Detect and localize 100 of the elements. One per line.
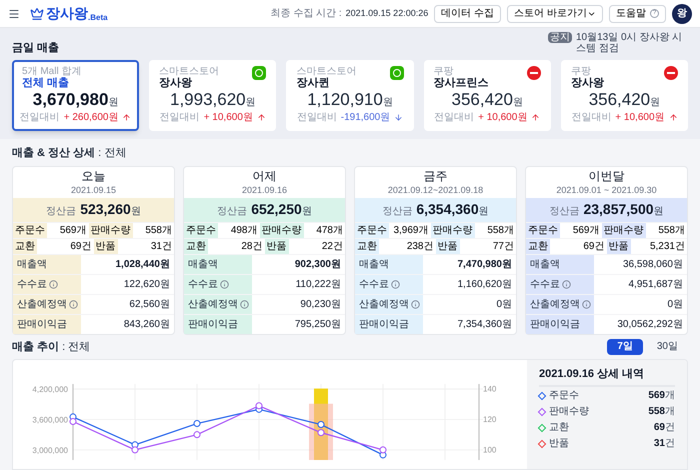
sales-amount: 1,120,910 xyxy=(307,90,383,110)
range-tab[interactable]: 30일 xyxy=(646,338,688,355)
point xyxy=(70,418,76,425)
store-type: 5개 Mall 합계 xyxy=(22,66,82,77)
stat-value: 22건 xyxy=(320,240,344,254)
legend-unit: 건 xyxy=(665,437,675,451)
store-name: 장사퀸 xyxy=(296,77,330,90)
sales-card[interactable]: 스마트스토어 장사퀸 1,120,910원 전일대비 -191,600원 xyxy=(286,60,414,131)
row-value: 1,160,620원 xyxy=(456,278,513,292)
row-label: 산출예정액 xyxy=(355,294,423,314)
stat-value: 69건 xyxy=(582,240,606,254)
stat-value: 31건 xyxy=(150,240,173,254)
sales-card[interactable]: 쿠팡 장사프린스 356,420원 전일대비 + 10,600원 xyxy=(424,60,551,131)
settlement-label: 정산금 xyxy=(217,204,248,218)
period-date: 2021.09.01 ~ 2021.09.30 xyxy=(556,184,657,196)
point xyxy=(194,431,200,438)
row-label: 산출예정액 xyxy=(184,294,252,314)
stat-value: 3,969개 xyxy=(392,224,430,238)
logo-text[interactable]: 장사왕 xyxy=(46,3,88,24)
row-label: 수수료 xyxy=(526,274,594,294)
row-value: 122,620원 xyxy=(122,278,171,292)
axis-tick-label: 140 xyxy=(483,384,496,394)
stat-value: 569개 xyxy=(58,224,88,238)
legend-label: 주문수 xyxy=(549,389,580,403)
beta-label: .Beta xyxy=(88,12,108,24)
row-value: 36,598,060원 xyxy=(622,258,684,272)
store-type: 쿠팡 xyxy=(434,66,455,77)
collect-data-button[interactable]: 데이터 수집 xyxy=(434,4,501,22)
stat-label: 주문수 xyxy=(184,222,218,238)
collection-time-label: 최종 수집 시간 : xyxy=(270,7,342,21)
period-title: 이번달 xyxy=(588,168,624,184)
notice-badge: 공지 xyxy=(548,32,572,43)
stat-value: 28건 xyxy=(240,240,264,254)
legend-value: 31 xyxy=(654,437,665,451)
stat-label: 주문수 xyxy=(355,222,389,238)
period-date: 2021.09.16 xyxy=(242,184,288,196)
legend-unit: 개 xyxy=(665,405,675,419)
settlement-amount: 523,260 xyxy=(80,200,131,216)
sales-card[interactable]: 5개 Mall 합계 전체 매출 3,670,980원 전일대비 + 260,600원 xyxy=(12,60,140,131)
notice-text[interactable]: 10월13일 0시 장사왕 시스템 점검 xyxy=(576,32,688,54)
row-value: 4,951,687원 xyxy=(628,278,684,292)
row-label: 산출예정액 xyxy=(526,294,594,314)
store-name: 장사왕 xyxy=(159,77,194,90)
row-label: 매출액 xyxy=(355,254,423,274)
stat-label: 교환 xyxy=(184,238,208,254)
store-type: 스마트스토어 xyxy=(296,66,356,77)
stat-label: 판매수량 xyxy=(88,222,132,238)
row-label: 매출액 xyxy=(526,254,594,274)
avatar[interactable]: 왕 xyxy=(672,4,692,24)
axis-tick-label: 3,000,000 xyxy=(32,446,68,455)
compare-label: 전일대비 xyxy=(296,111,337,125)
stat-label: 판매수량 xyxy=(430,222,474,238)
stat-label: 판매수량 xyxy=(602,222,646,238)
stat-value: 5,231건 xyxy=(648,240,686,254)
collection-time: 2021.09.15 22:00:26 xyxy=(346,6,428,20)
stat-label: 판매수량 xyxy=(260,222,304,238)
sales-card[interactable]: 쿠팡 장사왕 356,420원 전일대비 + 10,600원 xyxy=(560,60,688,131)
row-label: 매출액 xyxy=(184,254,252,274)
legend-value: 558 xyxy=(648,405,665,419)
row-value: 30,0562,292원 xyxy=(616,318,684,332)
stat-value: 238건 xyxy=(406,240,434,254)
change-amount: + 260,600원 xyxy=(64,111,118,125)
store-select[interactable]: 스토어 바로가기 xyxy=(507,4,603,22)
change-amount: -191,600원 xyxy=(340,111,390,125)
legend-value: 569 xyxy=(648,389,665,403)
currency-unit: 원 xyxy=(302,204,312,218)
range-tab[interactable]: 7일 xyxy=(607,338,643,355)
axis-tick-label: 3,600,000 xyxy=(32,415,68,424)
row-value: 902,300원 xyxy=(294,258,342,272)
row-value: 1,028,440원 xyxy=(114,258,171,272)
legend-unit: 건 xyxy=(665,421,675,435)
compare-label: 전일대비 xyxy=(160,111,200,125)
row-value: 843,260원 xyxy=(122,318,171,332)
point xyxy=(318,421,324,428)
stat-label: 주문수 xyxy=(13,222,47,238)
detail-title: 2021.09.16 상세 내역 xyxy=(539,366,675,386)
settlement-amount: 6,354,360 xyxy=(416,200,479,216)
section-title: 금일 매출 xyxy=(12,40,60,56)
currency-unit: 원 xyxy=(246,96,256,110)
legend-label: 반품 xyxy=(549,437,570,451)
settlement-label: 정산금 xyxy=(382,204,412,218)
row-label: 판매이익금 xyxy=(13,314,81,334)
stat-value: 569개 xyxy=(572,224,600,238)
compare-label: 전일대비 xyxy=(20,111,60,125)
point xyxy=(194,420,200,428)
store-type: 스마트스토어 xyxy=(159,66,220,77)
currency-unit: 원 xyxy=(478,204,489,218)
currency-unit: 원 xyxy=(130,204,141,218)
stat-label: 교환 xyxy=(355,238,379,254)
period-title: 금주 xyxy=(424,168,448,184)
section-title: 매출 & 정산 상세 : 전체 xyxy=(12,146,128,161)
store-type: 쿠팡 xyxy=(570,66,592,77)
axis-tick-label: 4,200,000 xyxy=(32,385,68,394)
row-label: 수수료 xyxy=(355,274,423,294)
change-amount: + 10,600원 xyxy=(615,111,665,125)
sales-card[interactable]: 스마트스토어 장사왕 1,993,620원 전일대비 + 10,600원 xyxy=(149,60,276,131)
store-name: 장사프린스 xyxy=(434,77,489,90)
period-title: 오늘 xyxy=(82,168,106,184)
row-label: 판매이익금 xyxy=(526,314,594,334)
legend-unit: 개 xyxy=(665,389,675,403)
